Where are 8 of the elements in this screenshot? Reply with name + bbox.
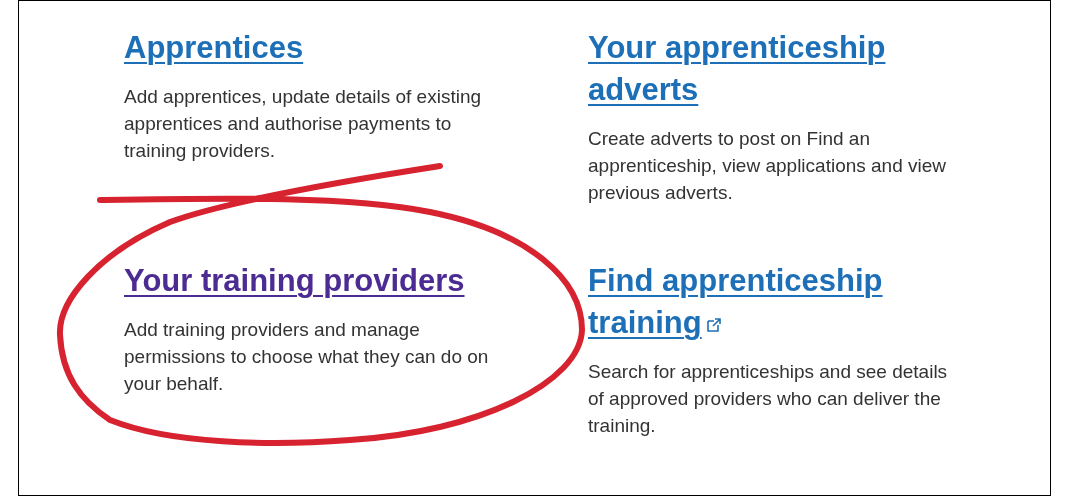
card-title-link[interactable]: Apprentices [124,27,304,69]
card-description: Add training providers and manage permissions to choose what they can do on your behalf. [124,318,490,396]
card-description: Search for apprenticeships and see details of approved providers who can deliver the training. [588,360,949,438]
card-title-link[interactable]: Your training providers [124,260,465,302]
card-title-link[interactable]: Your apprenticeship adverts [588,27,953,111]
card-description: Add apprentices, update details of existing apprentices and authorise payments to training providers. [124,85,482,163]
card-title-link[interactable]: Find apprenticeship training [588,260,953,344]
card-description: Create adverts to post on Find an apprenticeship, view applications and view previous adverts. [588,127,948,205]
